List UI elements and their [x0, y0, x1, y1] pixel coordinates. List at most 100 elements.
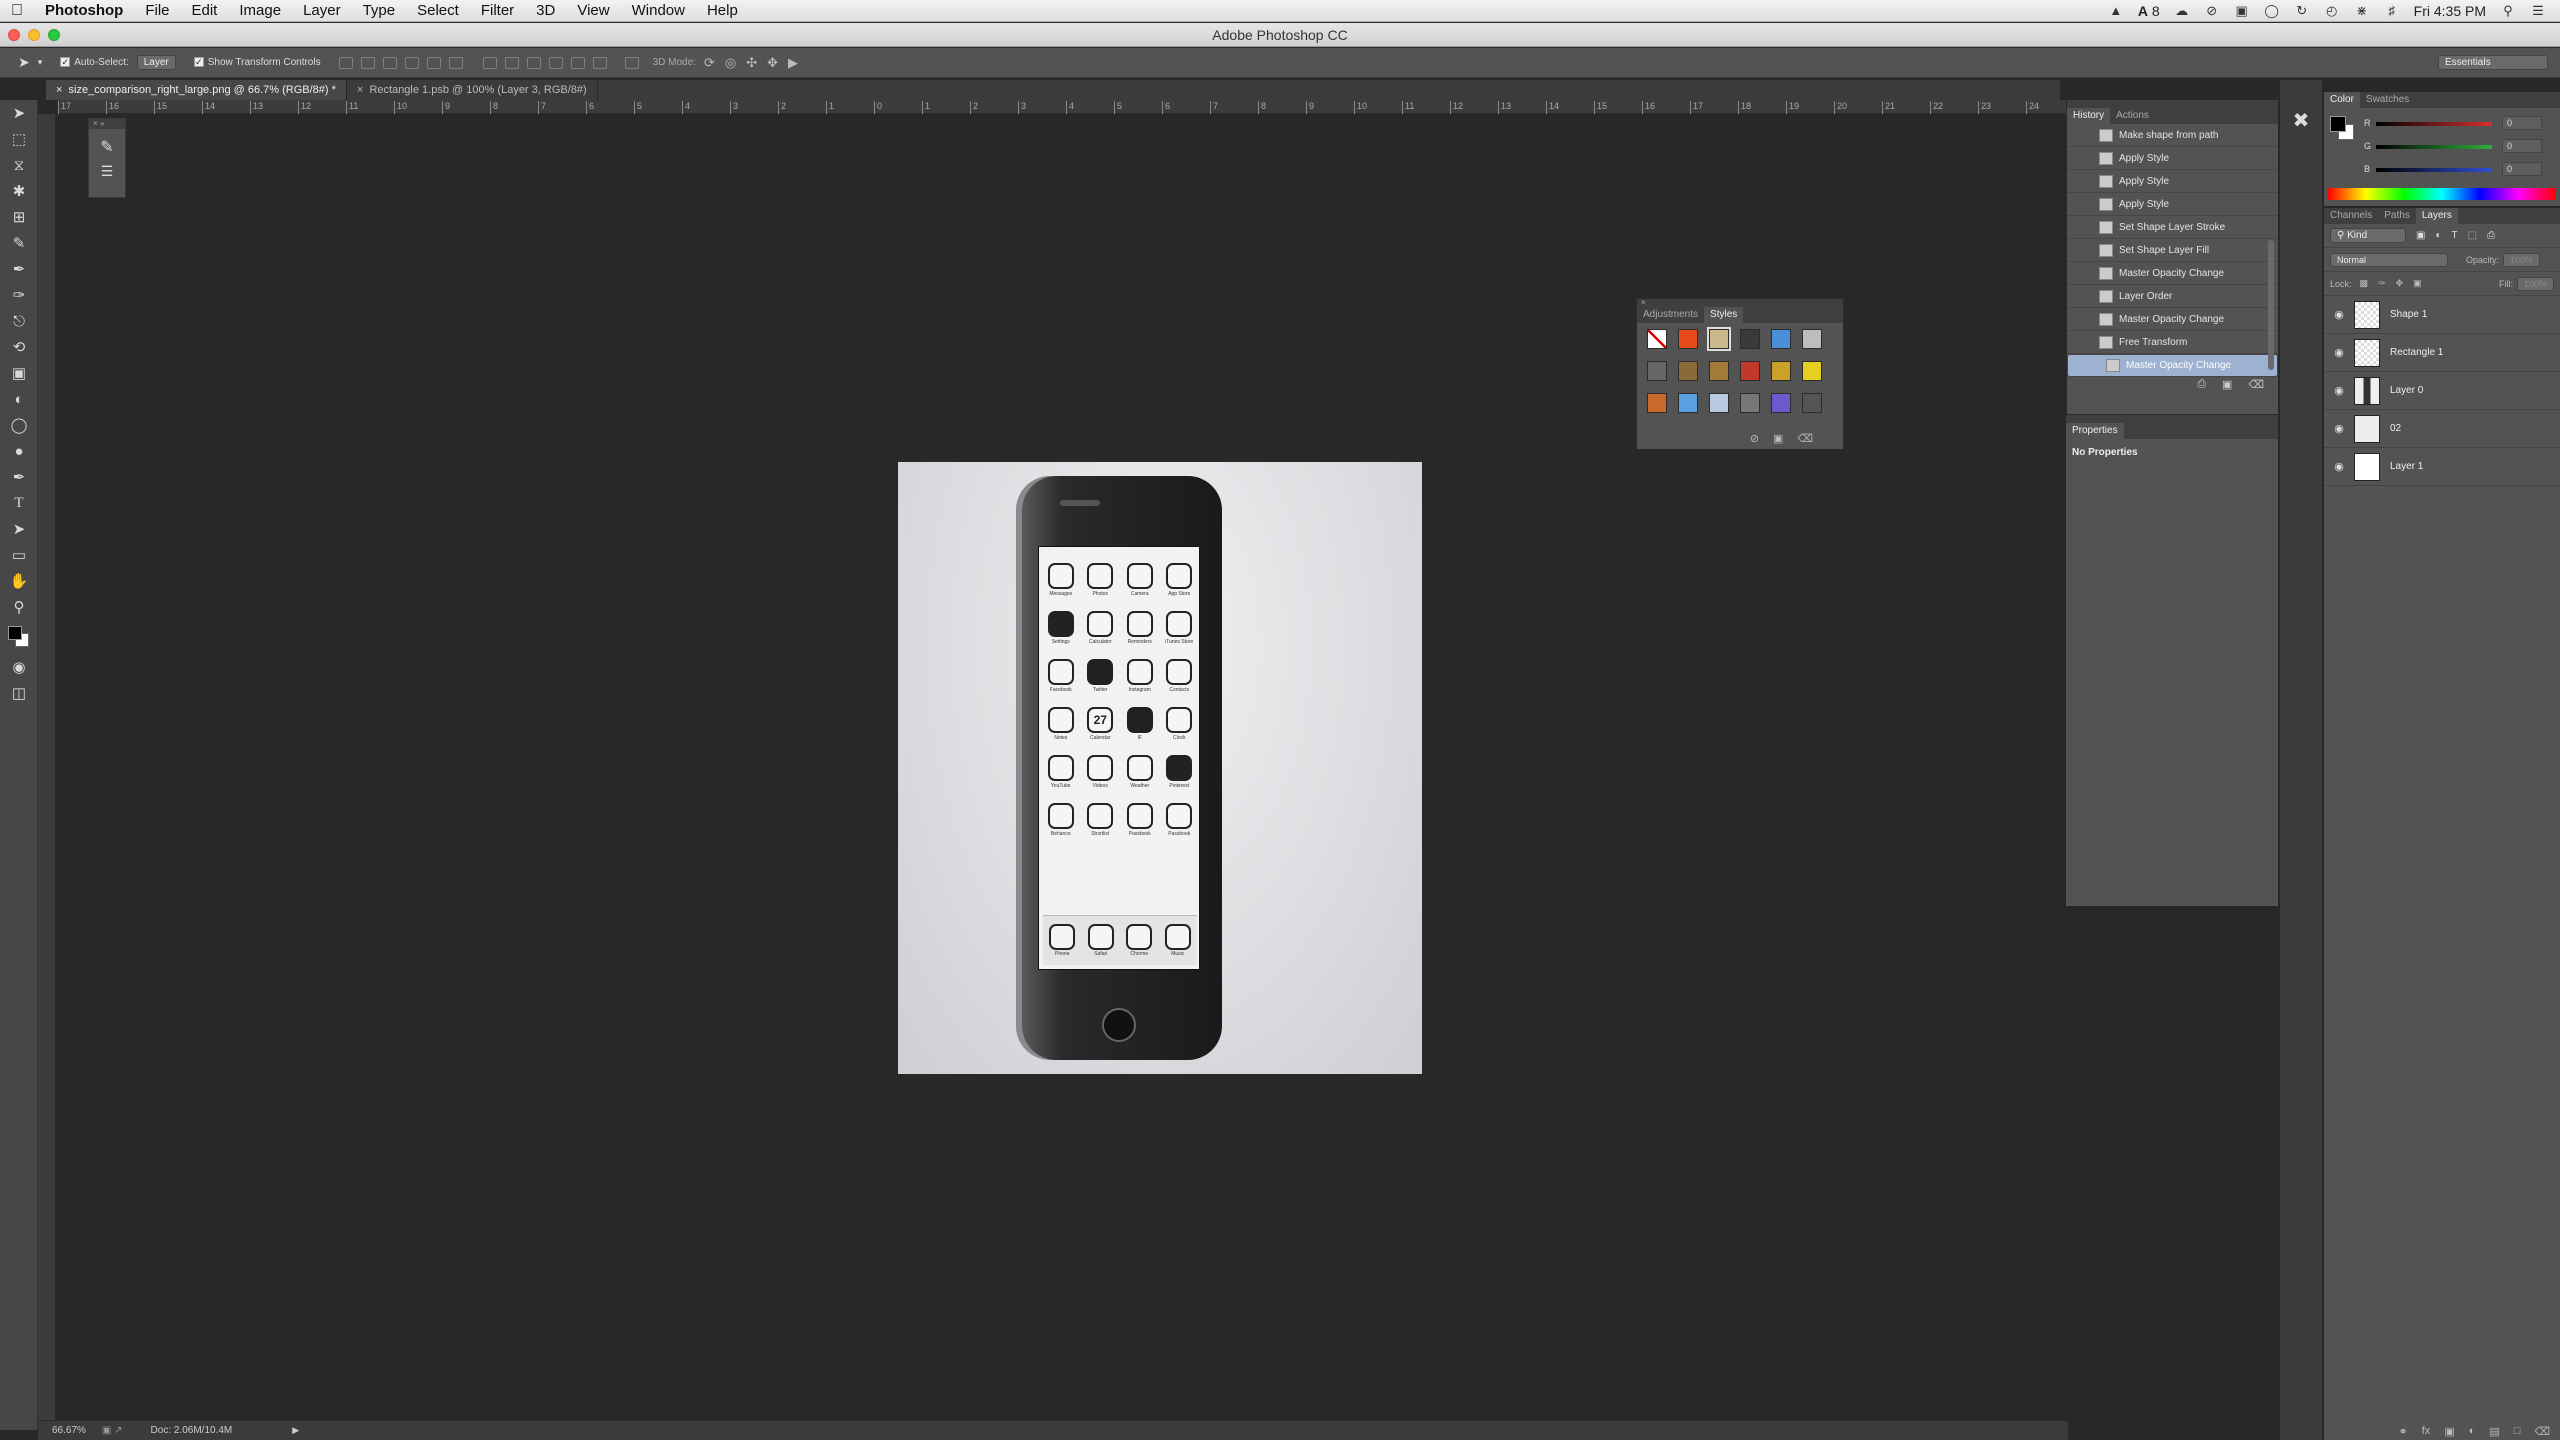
filter-type-icon[interactable]: T: [2452, 230, 2458, 241]
menu-select[interactable]: Select: [406, 0, 470, 22]
lock-position-icon[interactable]: ✥: [2396, 278, 2404, 289]
pen-tool-icon[interactable]: ✒: [0, 464, 38, 490]
layer-row[interactable]: ◉ Rectangle 1: [2324, 334, 2560, 372]
color-spectrum[interactable]: [2328, 188, 2556, 200]
crop-tool-icon[interactable]: ⊞: [0, 204, 38, 230]
style-swatch[interactable]: [1740, 393, 1760, 413]
history-item[interactable]: Apply Style: [2067, 170, 2278, 193]
adjust-sliders-icon[interactable]: ☰: [89, 163, 125, 180]
tab-rectangle-psb[interactable]: × Rectangle 1.psb @ 100% (Layer 3, RGB/8…: [347, 80, 598, 100]
preset-chevron-icon[interactable]: ▾: [38, 57, 43, 68]
workspace-dropdown[interactable]: Essentials: [2438, 55, 2548, 70]
gradient-tool-icon[interactable]: ◐: [0, 386, 38, 412]
visibility-eye-icon[interactable]: ◉: [2324, 308, 2354, 321]
bluetooth-icon[interactable]: ⋇: [2354, 4, 2370, 18]
style-swatch[interactable]: [1802, 361, 1822, 381]
style-swatch[interactable]: [1771, 393, 1791, 413]
history-item[interactable]: Set Shape Layer Stroke: [2067, 216, 2278, 239]
visibility-eye-icon[interactable]: ◉: [2324, 384, 2354, 397]
link-layers-icon[interactable]: ⚭: [2399, 1425, 2408, 1438]
style-swatch[interactable]: [1740, 361, 1760, 381]
channel-value[interactable]: 0: [2502, 139, 2542, 153]
filter-shape-icon[interactable]: ⬚: [2468, 230, 2477, 241]
delete-style-icon[interactable]: ⌫: [1797, 432, 1813, 445]
zoom-window-button[interactable]: [48, 29, 60, 41]
fg-bg-colors[interactable]: [2330, 116, 2356, 142]
new-document-from-state-icon[interactable]: ⎙: [2197, 378, 2206, 391]
document-image[interactable]: Messages Photos Camera App Store Settings Cal…: [898, 462, 1422, 1074]
style-swatch[interactable]: [1647, 329, 1667, 349]
tab-channels[interactable]: Channels: [2324, 208, 2378, 224]
style-swatch[interactable]: [1678, 329, 1698, 349]
align-right-icon[interactable]: [448, 56, 463, 69]
menu-view[interactable]: View: [566, 0, 620, 22]
menu-help[interactable]: Help: [696, 0, 749, 22]
tab-properties[interactable]: Properties: [2066, 423, 2124, 439]
auto-align-icon[interactable]: [624, 56, 639, 69]
distribute-hcenter-icon[interactable]: [570, 56, 585, 69]
menu-window[interactable]: Window: [621, 0, 696, 22]
distribute-right-icon[interactable]: [592, 56, 607, 69]
dodge-tool-icon[interactable]: ◯: [0, 412, 38, 438]
layer-filter-kind[interactable]: ⚲ Kind: [2330, 228, 2406, 243]
distribute-vcenter-icon[interactable]: [504, 56, 519, 69]
distribute-left-icon[interactable]: [548, 56, 563, 69]
lock-all-icon[interactable]: ▣: [2413, 278, 2422, 289]
layer-name[interactable]: Layer 1: [2390, 461, 2423, 472]
display-icon[interactable]: ▣: [2234, 4, 2250, 18]
marquee-tool-icon[interactable]: ⬚: [0, 126, 38, 152]
tool-presets-icon[interactable]: ✖: [2280, 108, 2322, 133]
move-tool-icon[interactable]: ➤: [0, 100, 38, 126]
zoom-level[interactable]: 66.67%: [52, 1425, 86, 1436]
auto-select-dropdown[interactable]: Layer: [136, 55, 176, 70]
tab-styles[interactable]: Styles: [1704, 307, 1744, 323]
align-hcenter-icon[interactable]: [426, 56, 441, 69]
block-icon[interactable]: ⊘: [2204, 4, 2220, 18]
3d-slide-icon[interactable]: ✥: [767, 55, 778, 71]
style-swatch[interactable]: [1740, 329, 1760, 349]
align-top-icon[interactable]: [338, 56, 353, 69]
spotlight-icon[interactable]: ⚲: [2500, 4, 2516, 18]
show-transform-checkbox[interactable]: ✓ Show Transform Controls: [193, 57, 321, 68]
channel-value[interactable]: 0: [2502, 116, 2542, 130]
tab-history[interactable]: History: [2067, 108, 2111, 124]
fill-input[interactable]: 100%: [2516, 276, 2554, 291]
sync-icon[interactable]: ↻: [2294, 4, 2310, 18]
layer-name[interactable]: Layer 0: [2390, 385, 2423, 396]
channel-slider[interactable]: [2376, 145, 2492, 149]
style-swatch[interactable]: [1802, 329, 1822, 349]
clear-style-icon[interactable]: ⊘: [1750, 432, 1759, 445]
new-adjustment-icon[interactable]: ◐: [2469, 1425, 2476, 1438]
volume-icon[interactable]: ♯: [2384, 4, 2400, 18]
style-swatch[interactable]: [1709, 361, 1729, 381]
blend-mode-dropdown[interactable]: Normal: [2330, 252, 2448, 267]
hand-tool-icon[interactable]: ✋: [0, 568, 38, 594]
history-item[interactable]: Apply Style: [2067, 147, 2278, 170]
menu-image[interactable]: Image: [228, 0, 292, 22]
3d-pan-icon[interactable]: ✣: [746, 55, 757, 71]
history-item[interactable]: Make shape from path: [2067, 124, 2278, 147]
rectangle-tool-icon[interactable]: ▭: [0, 542, 38, 568]
filter-smart-icon[interactable]: ⎙: [2487, 230, 2495, 241]
channel-slider[interactable]: [2376, 122, 2492, 126]
delete-layer-icon[interactable]: ⌫: [2534, 1425, 2550, 1438]
move-tool-preset-icon[interactable]: ➤: [18, 54, 30, 71]
align-vcenter-icon[interactable]: [360, 56, 375, 69]
tab-actions[interactable]: Actions: [2110, 108, 2155, 124]
brush-tool-icon[interactable]: ✑: [0, 282, 38, 308]
menu-filter[interactable]: Filter: [470, 0, 525, 22]
timemachine-icon[interactable]: ◴: [2324, 4, 2340, 18]
distribute-bottom-icon[interactable]: [526, 56, 541, 69]
style-swatch[interactable]: [1647, 393, 1667, 413]
brush-preset-icon[interactable]: ✎: [89, 137, 125, 157]
history-scrollbar[interactable]: [2268, 240, 2274, 370]
healing-tool-icon[interactable]: ✒: [0, 256, 38, 282]
delete-state-icon[interactable]: ⌫: [2248, 378, 2264, 391]
distribute-top-icon[interactable]: [482, 56, 497, 69]
history-item[interactable]: Free Transform: [2067, 331, 2278, 354]
style-swatch[interactable]: [1771, 361, 1791, 381]
align-left-icon[interactable]: [404, 56, 419, 69]
tab-color[interactable]: Color: [2324, 92, 2360, 108]
history-item[interactable]: Master Opacity Change: [2067, 262, 2278, 285]
new-group-icon[interactable]: ▤: [2489, 1425, 2499, 1438]
